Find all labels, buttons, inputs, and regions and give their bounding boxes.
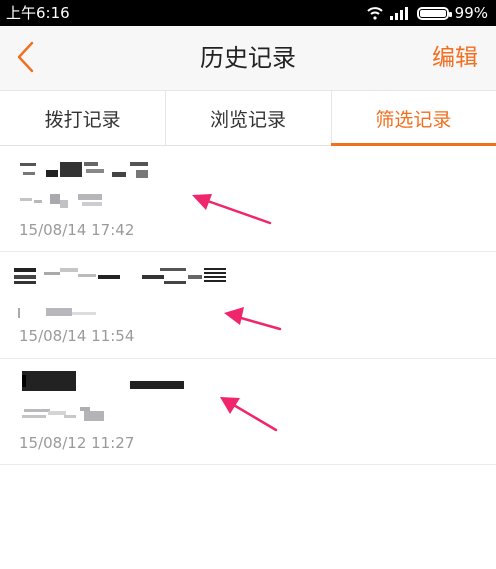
annotation-arrow-icon	[224, 307, 282, 331]
back-button[interactable]	[8, 36, 52, 80]
tab-call-records[interactable]: 拨打记录	[0, 91, 165, 145]
redacted-title	[20, 160, 148, 180]
battery-icon	[416, 6, 452, 20]
signal-icon	[389, 7, 408, 20]
redacted-title	[14, 266, 228, 288]
tab-browse-records[interactable]: 浏览记录	[165, 91, 330, 145]
redacted-subtitle	[16, 304, 98, 320]
status-time: 上午6:16	[6, 4, 70, 22]
record-time: 15/08/12 11:27	[19, 434, 135, 452]
battery-percent: 99%	[454, 4, 488, 22]
wifi-icon	[366, 7, 383, 20]
status-icons: 99%	[366, 3, 488, 23]
annotation-arrow-icon	[220, 397, 278, 432]
redacted-subtitle	[20, 405, 106, 423]
tab-filter-records[interactable]: 筛选记录	[330, 91, 496, 146]
chevron-left-icon	[17, 41, 34, 73]
redacted-subtitle	[20, 192, 104, 210]
record-time: 15/08/14 17:42	[19, 221, 135, 239]
edit-button[interactable]: 编辑	[432, 42, 478, 74]
status-bar: 上午6:16 99%	[0, 0, 496, 26]
annotation-arrow-icon	[192, 194, 272, 225]
record-time: 15/08/14 11:54	[19, 327, 135, 345]
redacted-title	[22, 371, 186, 393]
title-bar: 历史记录 编辑	[0, 26, 496, 90]
page-title: 历史记录	[200, 44, 296, 72]
tab-bar: 拨打记录 浏览记录 筛选记录	[0, 90, 496, 146]
